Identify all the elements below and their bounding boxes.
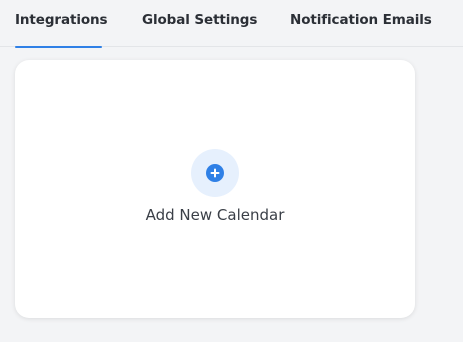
add-calendar-label: Add New Calendar bbox=[145, 206, 285, 224]
tab-notification-emails[interactable]: Notification Emails bbox=[290, 12, 432, 47]
tab-bar: Integrations Global Settings Notificatio… bbox=[0, 0, 463, 48]
tab-integrations[interactable]: Integrations bbox=[15, 12, 108, 48]
plus-circle-icon bbox=[206, 164, 224, 182]
tab-global-settings[interactable]: Global Settings bbox=[142, 12, 257, 47]
add-calendar-card[interactable]: Add New Calendar bbox=[15, 60, 415, 318]
page: Integrations Global Settings Notificatio… bbox=[0, 0, 463, 342]
add-calendar-button[interactable] bbox=[191, 149, 239, 197]
